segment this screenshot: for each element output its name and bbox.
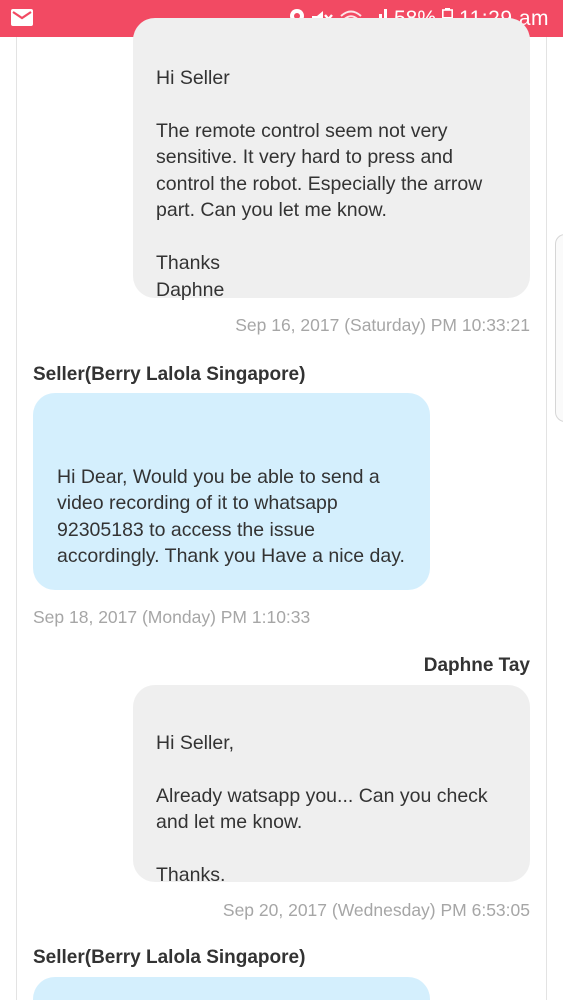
message-timestamp: Sep 16, 2017 (Saturday) PM 10:33:21 bbox=[235, 315, 530, 335]
message-text: Hi Dear, Would you be able to send a vid… bbox=[57, 465, 405, 568]
message-bubble-seller bbox=[33, 977, 430, 1000]
page-border-left bbox=[16, 37, 17, 1000]
message-text: Hi Seller The remote control seem not ve… bbox=[156, 66, 483, 301]
sender-name: Seller(Berry Lalola Singapore) bbox=[33, 364, 306, 385]
message-bubble-seller: Hi Dear, Would you be able to send a vid… bbox=[33, 393, 430, 590]
message-timestamp: Sep 18, 2017 (Monday) PM 1:10:33 bbox=[33, 607, 311, 627]
message-text: Hi Seller, Already watsapp you... Can yo… bbox=[156, 731, 488, 887]
sender-name: Daphne Tay bbox=[423, 655, 530, 676]
page-border-right bbox=[546, 37, 547, 1000]
mail-icon bbox=[11, 9, 33, 26]
message-bubble-buyer: Hi Seller, Already watsapp you... Can yo… bbox=[133, 685, 530, 886]
sender-name: Seller(Berry Lalola Singapore) bbox=[33, 947, 306, 968]
scroll-handle[interactable] bbox=[555, 234, 563, 422]
message-timestamp: Sep 20, 2017 (Wednesday) PM 6:53:05 bbox=[222, 900, 530, 920]
message-bubble-buyer: Hi Seller The remote control seem not ve… bbox=[133, 18, 530, 301]
